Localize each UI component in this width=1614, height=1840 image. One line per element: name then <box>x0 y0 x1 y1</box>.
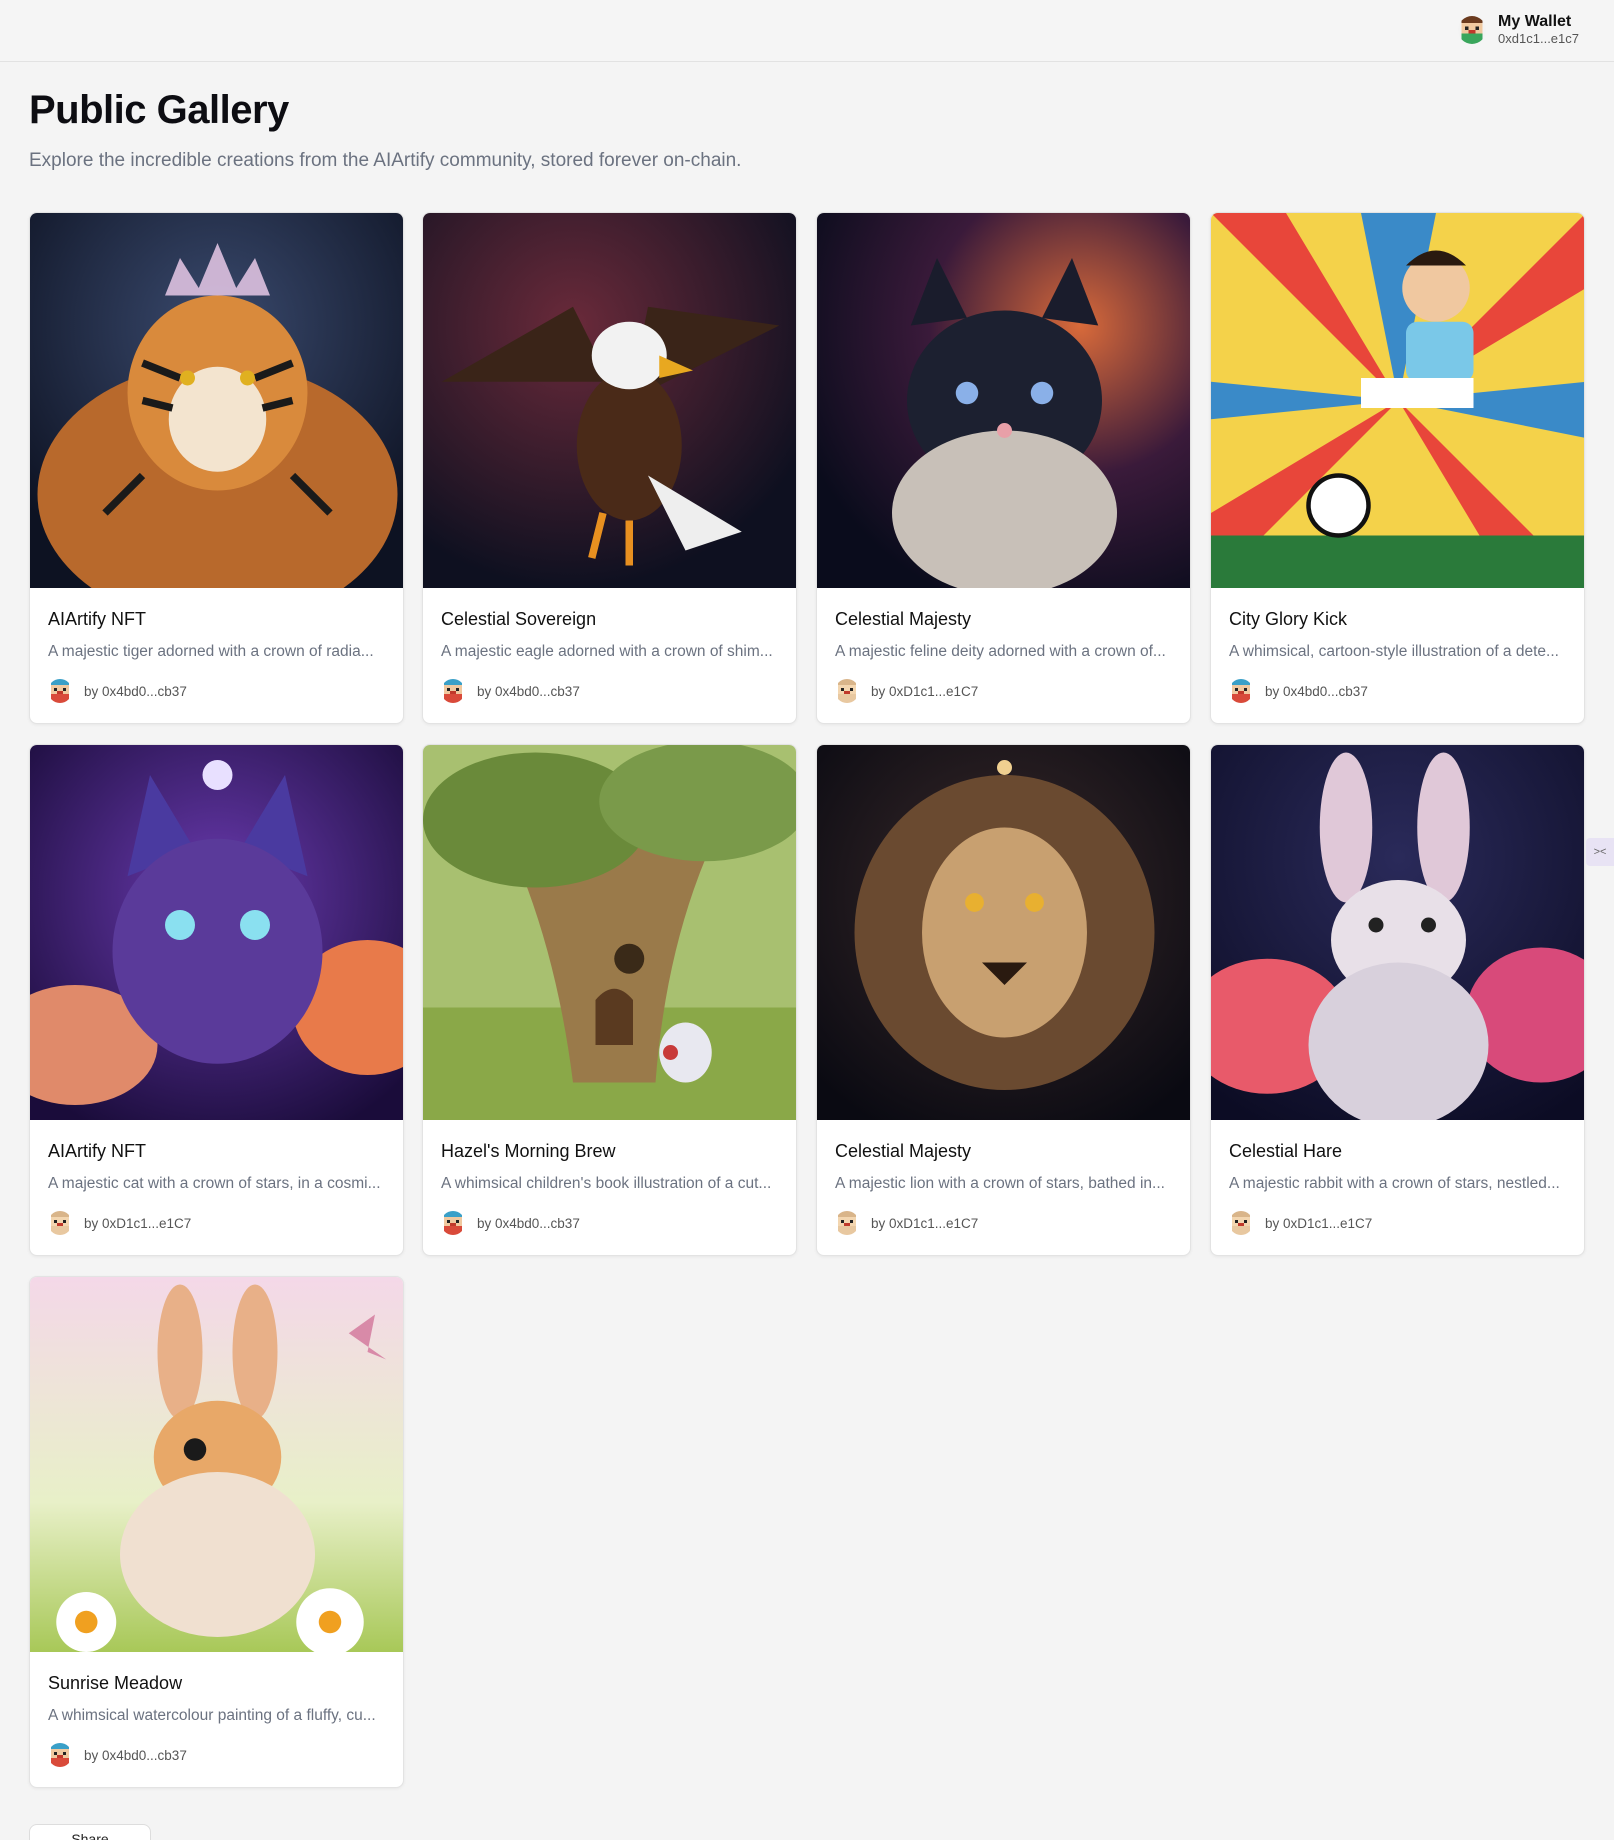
card-author: by 0x4bd0...cb37 <box>1229 679 1566 703</box>
gallery-card[interactable]: Celestial Majesty A majestic lion with a… <box>816 744 1191 1256</box>
card-description: A whimsical children's book illustration… <box>441 1175 772 1192</box>
artwork-image <box>423 213 796 588</box>
gallery-card[interactable]: Hazel's Morning Brew A whimsical childre… <box>422 744 797 1256</box>
card-description: A whimsical, cartoon-style illustration … <box>1229 643 1559 660</box>
wallet-label: My Wallet <box>1498 13 1572 30</box>
gallery-card[interactable]: Sunrise Meadow A whimsical watercolour p… <box>29 1276 404 1788</box>
wallet-address: 0xd1c1...e1c7 <box>1498 31 1579 46</box>
page-subtitle: Explore the incredible creations from th… <box>29 150 742 171</box>
gallery-card[interactable]: Celestial Sovereign A majestic eagle ado… <box>422 212 797 724</box>
gallery-card[interactable]: Celestial Hare A majestic rabbit with a … <box>1210 744 1585 1256</box>
wallet-button[interactable]: My Wallet 0xd1c1...e1c7 <box>1458 14 1579 45</box>
author-address: by 0xD1c1...e1C7 <box>871 1215 979 1231</box>
card-title: Celestial Sovereign <box>441 609 597 629</box>
card-description: A majestic feline deity adorned with a c… <box>835 643 1166 660</box>
card-title: Sunrise Meadow <box>48 1673 183 1693</box>
artwork-image <box>30 213 403 588</box>
author-address: by 0x4bd0...cb37 <box>1265 683 1368 699</box>
author-address: by 0xD1c1...e1C7 <box>871 683 979 699</box>
card-author: by 0xD1c1...e1C7 <box>835 1211 1172 1235</box>
artwork-image <box>30 745 403 1120</box>
card-title: AIArtify NFT <box>48 609 146 629</box>
author-avatar-icon <box>441 1211 465 1235</box>
artwork-image <box>817 745 1190 1120</box>
card-author: by 0xD1c1...e1C7 <box>48 1211 385 1235</box>
card-title: Celestial Hare <box>1229 1141 1343 1161</box>
author-avatar-icon <box>48 1211 72 1235</box>
author-avatar-icon <box>1229 1211 1253 1235</box>
artwork-image <box>423 745 796 1120</box>
artwork-image <box>30 1277 403 1652</box>
author-avatar-icon <box>1229 679 1253 703</box>
card-author: by 0xD1c1...e1C7 <box>835 679 1172 703</box>
card-description: A majestic lion with a crown of stars, b… <box>835 1175 1165 1192</box>
author-address: by 0x4bd0...cb37 <box>477 1215 580 1231</box>
artwork-image <box>817 213 1190 588</box>
collapse-arrows-icon[interactable]: >< <box>1586 838 1614 866</box>
card-author: by 0x4bd0...cb37 <box>48 679 385 703</box>
artwork-image <box>1211 745 1584 1120</box>
card-author: by 0x4bd0...cb37 <box>48 1743 385 1767</box>
author-address: by 0x4bd0...cb37 <box>84 1747 187 1763</box>
card-description: A majestic eagle adorned with a crown of… <box>441 643 773 660</box>
gallery-card[interactable]: Celestial Majesty A majestic feline deit… <box>816 212 1191 724</box>
gallery-card[interactable]: AIArtify NFT A majestic tiger adorned wi… <box>29 212 404 724</box>
gallery-grid: AIArtify NFT A majestic tiger adorned wi… <box>29 212 1589 1792</box>
card-title: Celestial Majesty <box>835 609 972 629</box>
card-author: by 0xD1c1...e1C7 <box>1229 1211 1566 1235</box>
artwork-image <box>1211 213 1584 588</box>
author-address: by 0x4bd0...cb37 <box>84 683 187 699</box>
top-bar: My Wallet 0xd1c1...e1c7 <box>0 0 1614 62</box>
author-avatar-icon <box>441 679 465 703</box>
author-address: by 0xD1c1...e1C7 <box>84 1215 192 1231</box>
card-author: by 0x4bd0...cb37 <box>441 1211 778 1235</box>
author-address: by 0xD1c1...e1C7 <box>1265 1215 1373 1231</box>
card-description: A majestic tiger adorned with a crown of… <box>48 643 374 660</box>
author-avatar-icon <box>835 679 859 703</box>
wallet-avatar-icon <box>1458 15 1487 44</box>
card-title: City Glory Kick <box>1229 609 1348 629</box>
card-title: Celestial Majesty <box>835 1141 972 1161</box>
author-avatar-icon <box>48 679 72 703</box>
card-description: A whimsical watercolour painting of a fl… <box>48 1707 376 1724</box>
gallery-card[interactable]: AIArtify NFT A majestic cat with a crown… <box>29 744 404 1256</box>
card-author: by 0x4bd0...cb37 <box>441 679 778 703</box>
gallery-card[interactable]: City Glory Kick A whimsical, cartoon-sty… <box>1210 212 1585 724</box>
card-title: Hazel's Morning Brew <box>441 1141 616 1161</box>
share-button[interactable]: Share <box>29 1824 151 1840</box>
card-description: A majestic rabbit with a crown of stars,… <box>1229 1175 1560 1192</box>
author-avatar-icon <box>48 1743 72 1767</box>
card-description: A majestic cat with a crown of stars, in… <box>48 1175 381 1192</box>
card-title: AIArtify NFT <box>48 1141 146 1161</box>
author-address: by 0x4bd0...cb37 <box>477 683 580 699</box>
page-title: Public Gallery <box>29 88 289 132</box>
author-avatar-icon <box>835 1211 859 1235</box>
